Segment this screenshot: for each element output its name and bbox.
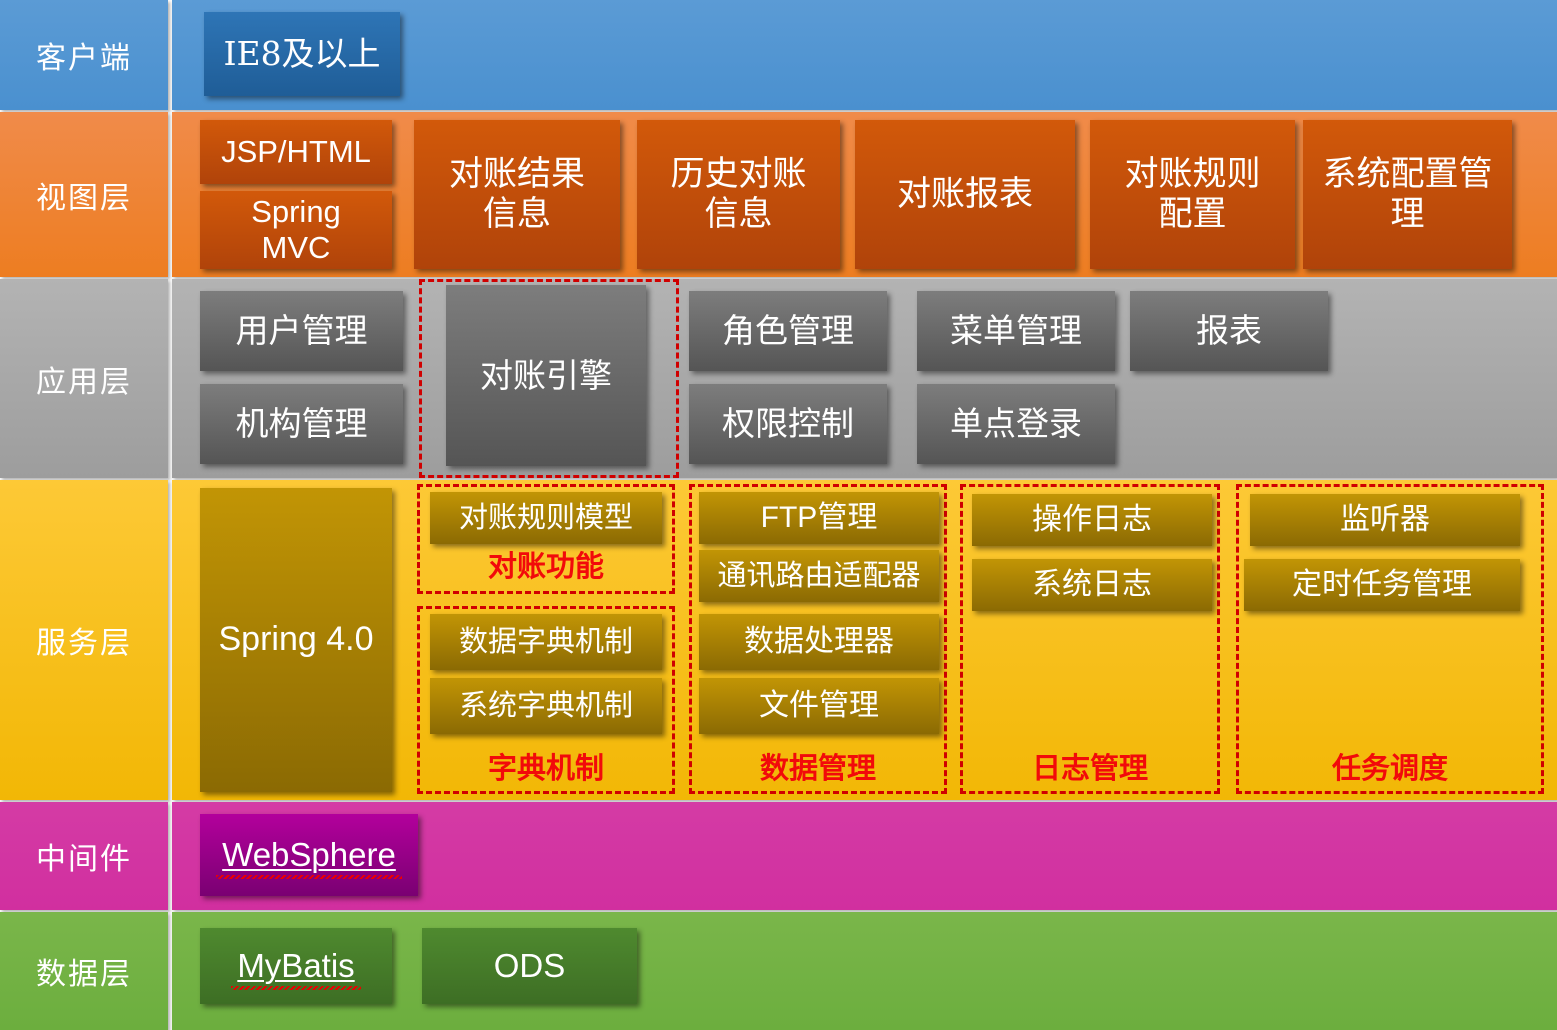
- layer-label-service: 服务层: [0, 480, 168, 800]
- box-reconciliation-report[interactable]: 对账报表: [855, 120, 1075, 269]
- layer-content-application: 用户管理 机构管理 对账引擎 角色管理 权限控制 菜单管理 单点登录 报表: [172, 279, 1557, 478]
- box-reconciliation-result-info[interactable]: 对账结果 信息: [414, 120, 620, 269]
- box-org-management[interactable]: 机构管理: [200, 384, 403, 464]
- box-spring-mvc[interactable]: Spring MVC: [200, 191, 392, 269]
- box-reconciliation-rule-model[interactable]: 对账规则模型: [430, 492, 662, 544]
- layer-row-client: 客户端 IE8及以上: [0, 0, 1557, 110]
- group-label-log-management: 日志管理: [1031, 751, 1148, 785]
- box-jsp-html[interactable]: JSP/HTML: [200, 120, 392, 184]
- layer-row-application: 应用层 用户管理 机构管理 对账引擎 角色管理 权限控制 菜单管理 单点登录 报…: [0, 279, 1557, 478]
- layer-row-service: 服务层 Spring 4.0 对账功能 对账规则模型 字典机制 数据字典机制 系…: [0, 480, 1557, 800]
- box-system-log[interactable]: 系统日志: [972, 559, 1212, 611]
- layer-label-middleware: 中间件: [0, 802, 168, 910]
- box-scheduled-task-management[interactable]: 定时任务管理: [1244, 559, 1520, 611]
- layer-content-client: IE8及以上: [172, 0, 1557, 110]
- box-history-reconciliation-info[interactable]: 历史对账 信息: [637, 120, 840, 269]
- layer-content-service: Spring 4.0 对账功能 对账规则模型 字典机制 数据字典机制 系统字典机…: [172, 480, 1557, 800]
- group-label-reconciliation-function: 对账功能: [487, 549, 604, 583]
- layer-row-data: 数据层 MyBatis ODS: [0, 912, 1557, 1030]
- layer-label-data: 数据层: [0, 912, 168, 1030]
- box-reconciliation-rule-config[interactable]: 对账规则 配置: [1090, 120, 1295, 269]
- box-websphere[interactable]: WebSphere: [200, 814, 418, 896]
- box-menu-management[interactable]: 菜单管理: [917, 291, 1115, 371]
- layer-row-view: 视图层 JSP/HTML Spring MVC 对账结果 信息 历史对账 信息 …: [0, 112, 1557, 277]
- box-permission-control[interactable]: 权限控制: [689, 384, 887, 464]
- box-ie8[interactable]: IE8及以上: [204, 12, 400, 96]
- layer-content-data: MyBatis ODS: [172, 912, 1557, 1030]
- box-ods[interactable]: ODS: [422, 928, 637, 1004]
- group-label-dictionary-mechanism: 字典机制: [487, 751, 604, 785]
- box-data-dictionary-mechanism[interactable]: 数据字典机制: [430, 614, 662, 670]
- layer-label-application: 应用层: [0, 279, 168, 478]
- box-single-sign-on[interactable]: 单点登录: [917, 384, 1115, 464]
- box-comm-route-adapter[interactable]: 通讯路由适配器: [699, 550, 939, 602]
- group-label-task-scheduling: 任务调度: [1331, 751, 1448, 785]
- box-spring-40[interactable]: Spring 4.0: [200, 488, 392, 792]
- layer-content-middleware: WebSphere: [172, 802, 1557, 910]
- box-report[interactable]: 报表: [1130, 291, 1328, 371]
- architecture-diagram: 客户端 IE8及以上 视图层 JSP/HTML Spring MVC 对账结果 …: [0, 0, 1557, 1030]
- box-system-dictionary-mechanism[interactable]: 系统字典机制: [430, 678, 662, 734]
- box-system-config-management[interactable]: 系统配置管 理: [1303, 120, 1512, 269]
- layer-label-client: 客户端: [0, 0, 168, 110]
- group-label-data-management: 数据管理: [759, 751, 876, 785]
- box-mybatis[interactable]: MyBatis: [200, 928, 392, 1004]
- box-file-management[interactable]: 文件管理: [699, 678, 939, 734]
- box-role-management[interactable]: 角色管理: [689, 291, 887, 371]
- box-ftp-management[interactable]: FTP管理: [699, 492, 939, 544]
- layer-label-view: 视图层: [0, 112, 168, 277]
- layer-content-view: JSP/HTML Spring MVC 对账结果 信息 历史对账 信息 对账报表…: [172, 112, 1557, 277]
- layer-row-middleware: 中间件 WebSphere: [0, 802, 1557, 910]
- box-operation-log[interactable]: 操作日志: [972, 494, 1212, 546]
- box-listener[interactable]: 监听器: [1250, 494, 1520, 546]
- box-data-processor[interactable]: 数据处理器: [699, 614, 939, 670]
- box-user-management[interactable]: 用户管理: [200, 291, 403, 371]
- box-reconciliation-engine[interactable]: 对账引擎: [446, 285, 646, 466]
